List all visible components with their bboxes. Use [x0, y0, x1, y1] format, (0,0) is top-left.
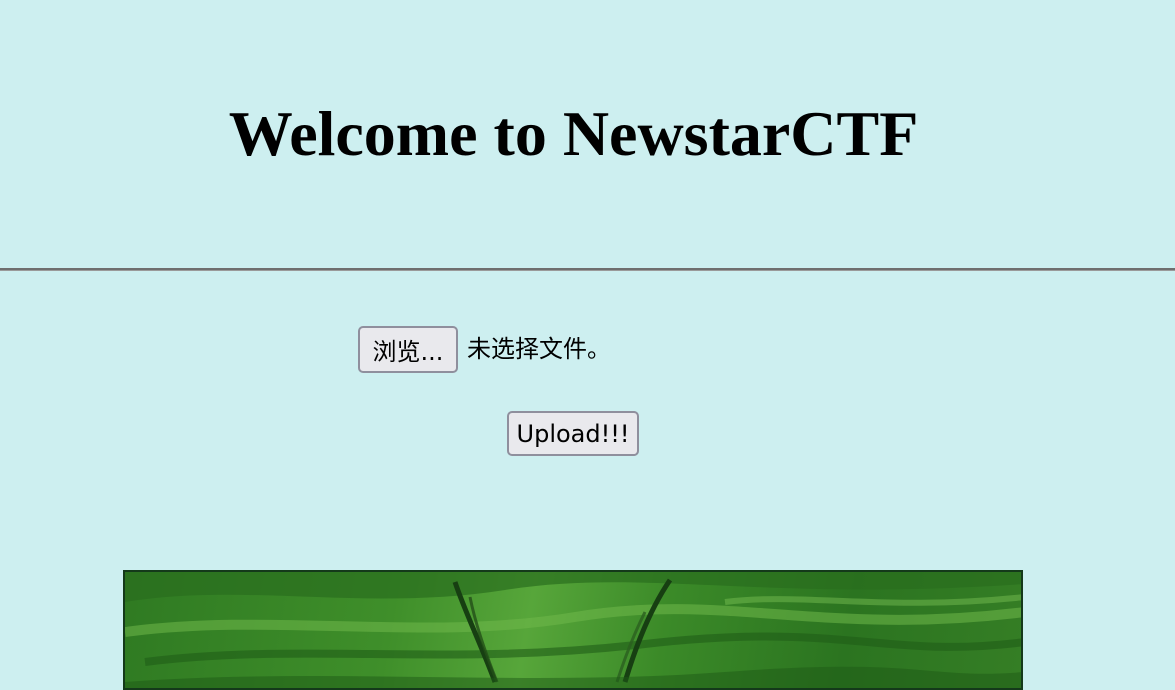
grass-image: [123, 570, 1023, 690]
page-title: Welcome to NewstarCTF: [228, 98, 919, 169]
file-status-text: 未选择文件。: [467, 334, 611, 363]
file-input-row: 浏览... 未选择文件。: [358, 325, 611, 373]
horizontal-divider: [0, 268, 1175, 271]
upload-button[interactable]: Upload!!!: [507, 411, 639, 456]
grass-illustration: [125, 572, 1021, 688]
browse-button[interactable]: 浏览...: [358, 325, 458, 373]
